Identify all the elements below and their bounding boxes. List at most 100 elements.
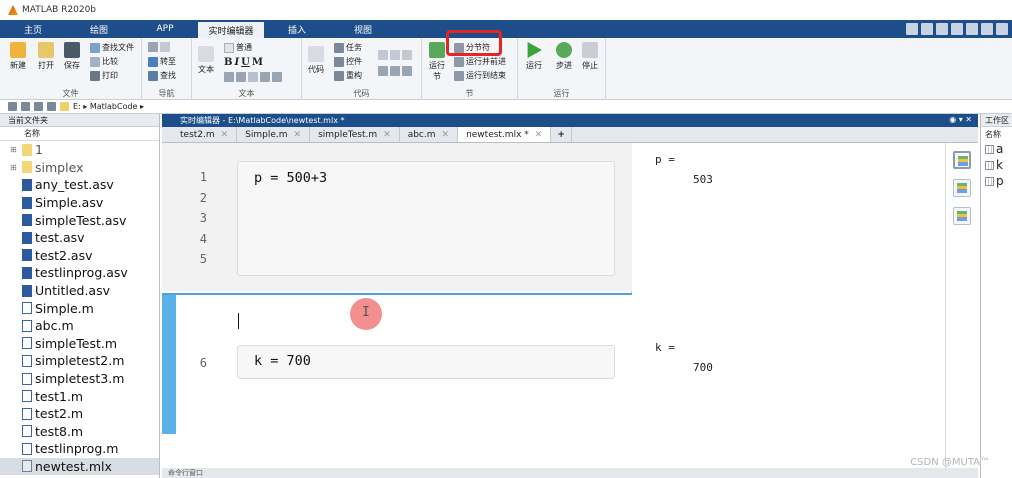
tab-insert[interactable]: 插入 [264, 20, 330, 38]
file-item[interactable]: test8.m [0, 423, 159, 441]
align-right-icon[interactable] [272, 72, 282, 82]
tab-plots[interactable]: 绘图 [66, 20, 132, 38]
close-icon[interactable]: ✕ [535, 130, 543, 140]
italic-button[interactable]: I [234, 57, 239, 68]
copy-icon[interactable] [936, 23, 948, 35]
file-item[interactable]: Simple.asv [0, 194, 159, 212]
paste-icon[interactable] [951, 23, 963, 35]
output-right-layout-button[interactable] [953, 151, 971, 169]
cut-icon[interactable] [921, 23, 933, 35]
file-item[interactable]: test2.asv [0, 247, 159, 265]
close-icon[interactable]: ✕ [221, 130, 229, 140]
expand-icon[interactable]: ⊞ [10, 163, 17, 172]
help-icon[interactable] [996, 23, 1008, 35]
file-item[interactable]: test1.m [0, 387, 159, 405]
workspace-name-column[interactable]: 名称 [981, 127, 1012, 141]
text-button[interactable]: 文本 [198, 46, 214, 75]
new-button[interactable]: 新建 [10, 42, 26, 71]
file-item[interactable]: simpletest2.m [0, 352, 159, 370]
browse-icon[interactable] [47, 102, 56, 111]
file-item[interactable]: abc.m [0, 317, 159, 335]
tab-view[interactable]: 视图 [330, 20, 396, 38]
redo-icon[interactable] [981, 23, 993, 35]
code-line-6[interactable]: k = 700 [238, 346, 614, 369]
code-section-2[interactable]: I 6 k = 700 [162, 293, 632, 478]
file-item[interactable]: test2.m [0, 405, 159, 423]
editor-tab-simpletest[interactable]: simpleTest.m ✕ [310, 127, 400, 142]
editor-tab-abc[interactable]: abc.m ✕ [400, 127, 459, 142]
save-button[interactable]: 保存 [64, 42, 80, 71]
back-icon[interactable] [8, 102, 17, 111]
open-button[interactable]: 打开 [38, 42, 54, 71]
list-icon[interactable] [224, 72, 234, 82]
close-icon[interactable]: ✕ [383, 130, 391, 140]
uncomment-icon[interactable] [390, 50, 400, 60]
goto-button[interactable]: 转至 [148, 56, 176, 67]
indent-icon[interactable] [378, 66, 388, 76]
up-folder-icon[interactable] [34, 102, 43, 111]
file-item[interactable]: test.asv [0, 229, 159, 247]
outdent-icon[interactable] [390, 66, 400, 76]
folder-item[interactable]: ⊞ simplex [0, 159, 159, 177]
tab-apps[interactable]: APP [132, 20, 198, 38]
wrap-icon[interactable] [402, 50, 412, 60]
step-button[interactable]: 步进 [556, 42, 572, 71]
align-center-icon[interactable] [260, 72, 270, 82]
style-dropdown[interactable]: 普通 [224, 42, 252, 53]
code-block-1[interactable]: p = 500+3 [237, 161, 615, 276]
control-button[interactable]: 控件 [334, 56, 362, 67]
forward-icon[interactable] [21, 102, 30, 111]
file-item[interactable]: testlinprog.m [0, 440, 159, 458]
file-item[interactable]: simpleTest.asv [0, 211, 159, 229]
code-line-1[interactable]: p = 500+3 [238, 162, 614, 186]
file-item[interactable]: simpletest3.m [0, 370, 159, 388]
output-inline-layout-button[interactable] [953, 179, 971, 197]
smart-indent-icon[interactable] [402, 66, 412, 76]
file-item[interactable]: simpleTest.m [0, 335, 159, 353]
code-area[interactable]: 1 2 3 4 5 p = 500+3 I 6 k = 700 [162, 143, 632, 478]
new-tab-button[interactable]: + [551, 127, 572, 142]
tab-home[interactable]: 主页 [0, 20, 66, 38]
run-and-advance-button[interactable]: 运行并前进 [454, 56, 506, 67]
expand-icon[interactable]: ⊞ [10, 145, 17, 154]
workspace-var-a[interactable]: a [981, 141, 1012, 157]
nav-arrows[interactable] [148, 42, 170, 52]
task-button[interactable]: 任务 [334, 42, 362, 53]
file-item[interactable]: any_test.asv [0, 176, 159, 194]
close-icon[interactable]: ✕ [294, 130, 302, 140]
mono-button[interactable]: M [252, 57, 263, 68]
hide-code-layout-button[interactable] [953, 207, 971, 225]
refactor-button[interactable]: 重构 [334, 70, 362, 81]
find-button[interactable]: 查找 [148, 70, 176, 81]
bold-button[interactable]: B [224, 57, 232, 68]
folder-item[interactable]: ⊞ 1 [0, 141, 159, 159]
print-button[interactable]: 打印 [90, 70, 118, 81]
code-block-2[interactable]: k = 700 [237, 345, 615, 379]
save-icon[interactable] [906, 23, 918, 35]
run-section-button[interactable]: 运行节 [426, 42, 448, 82]
workspace-var-p[interactable]: p [981, 173, 1012, 189]
tab-live-editor[interactable]: 实时编辑器 [198, 20, 264, 38]
file-item[interactable]: testlinprog.asv [0, 264, 159, 282]
run-button[interactable]: 运行 [526, 42, 542, 71]
close-icon[interactable]: ✕ [442, 130, 450, 140]
name-column-header[interactable]: 名称 [0, 127, 159, 141]
file-item[interactable]: Simple.m [0, 299, 159, 317]
align-left-icon[interactable] [248, 72, 258, 82]
editor-tab-newtest[interactable]: newtest.mlx * ✕ [458, 127, 552, 142]
compare-button[interactable]: 比较 [90, 56, 118, 67]
stop-button[interactable]: 停止 [582, 42, 598, 71]
find-files-button[interactable]: 查找文件 [90, 42, 134, 53]
code-section-1[interactable]: 1 2 3 4 5 p = 500+3 [162, 143, 632, 291]
command-window-header[interactable]: 命令行窗口 [162, 468, 978, 478]
editor-tab-simple[interactable]: Simple.m ✕ [237, 127, 311, 142]
file-item[interactable]: Untitled.asv [0, 282, 159, 300]
underline-button[interactable]: U [241, 57, 250, 68]
current-path[interactable]: E: ▸ MatlabCode ▸ [73, 102, 144, 111]
editor-tab-test2[interactable]: test2.m ✕ [172, 127, 238, 142]
workspace-var-k[interactable]: k [981, 157, 1012, 173]
numbered-list-icon[interactable] [236, 72, 246, 82]
comment-icon[interactable] [378, 50, 388, 60]
code-button[interactable]: 代码 [308, 46, 324, 75]
editor-controls[interactable]: ◉ ▾ ✕ [949, 115, 972, 124]
